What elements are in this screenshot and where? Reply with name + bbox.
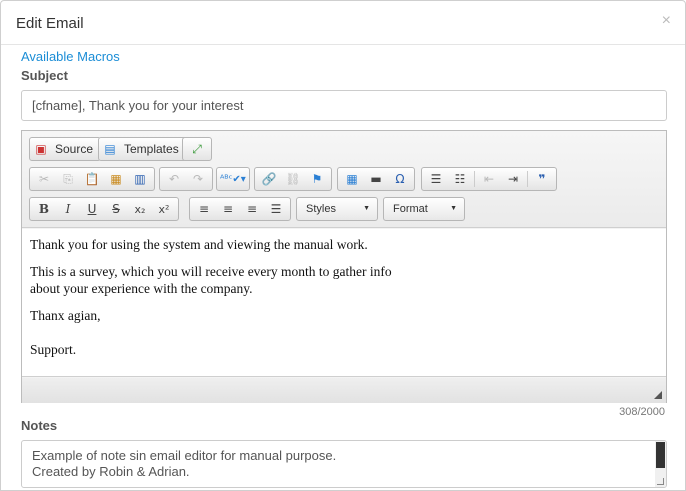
superscript-icon[interactable]: x² [153,199,175,219]
outdent-icon[interactable]: ⇤ [478,169,500,189]
templates-button[interactable]: ▤ Templates [98,137,187,161]
horizontal-rule-icon[interactable]: ▬ [365,169,387,189]
source-button[interactable]: ▣ Source [29,137,102,161]
content-paragraph: Support. [30,342,77,357]
editor-toolbar: ▣ Source ▤ Templates ⤢ ✂ ⎘ 📋 ▦ ▥ ↶ ↷ ᴬᴮᶜ… [22,131,666,228]
strikethrough-icon[interactable]: S [105,199,127,219]
spellcheck-button[interactable]: ᴬᴮᶜ✔▾ [216,167,250,191]
scrollbar-thumb[interactable] [656,442,665,468]
clipboard-group: ✂ ⎘ 📋 ▦ ▥ [29,167,155,191]
close-icon[interactable]: × [662,13,671,29]
redo-icon[interactable]: ↷ [187,169,209,189]
chevron-down-icon: ▼ [450,205,457,212]
subject-label: Subject [21,68,68,83]
undo-icon[interactable]: ↶ [163,169,185,189]
align-left-icon[interactable]: ≡ [193,199,215,219]
link-icon[interactable]: 🔗 [258,169,280,189]
resize-handle-icon[interactable] [657,478,664,485]
notes-textarea[interactable]: Example of note sin email editor for man… [21,440,667,488]
spellcheck-icon: ᴬᴮᶜ✔▾ [220,173,246,185]
modal-title: Edit Email [16,15,84,32]
numbered-list-icon[interactable]: ☰ [425,169,447,189]
notes-line: Example of note sin email editor for man… [32,448,337,463]
rich-text-editor: ▣ Source ▤ Templates ⤢ ✂ ⎘ 📋 ▦ ▥ ↶ ↷ ᴬᴮᶜ… [21,130,667,403]
content-paragraph: Thank you for using the system and viewi… [30,237,368,252]
undo-redo-group: ↶ ↷ [159,167,213,191]
content-paragraph: Thanx agian, [30,308,101,323]
editor-content[interactable]: Thank you for using the system and viewi… [22,229,666,377]
styles-dropdown[interactable]: Styles ▼ [296,197,378,221]
format-dropdown[interactable]: Format ▼ [383,197,465,221]
paste-word-icon[interactable]: ▥ [129,169,151,189]
chevron-down-icon: ▼ [363,205,370,212]
list-group: ☰ ☷ ⇤ ⇥ ❞ [421,167,557,191]
anchor-icon[interactable]: ⚑ [306,169,328,189]
source-label: Source [55,142,94,156]
italic-icon[interactable]: I [57,199,79,219]
bulleted-list-icon[interactable]: ☷ [449,169,471,189]
paste-icon[interactable]: 📋 [81,169,103,189]
special-char-icon[interactable]: Ω [389,169,411,189]
basic-styles-group: B I U S x₂ x² [29,197,179,221]
styles-label: Styles [306,203,336,215]
indent-icon[interactable]: ⇥ [502,169,524,189]
maximize-button[interactable]: ⤢ [182,137,212,161]
subscript-icon[interactable]: x₂ [129,199,151,219]
edit-email-modal: Edit Email × Available Macros Subject ▣ … [0,0,686,491]
character-count: 308/2000 [619,406,665,418]
link-group: 🔗 ⛓ ⚑ [254,167,332,191]
editor-statusbar [22,378,666,403]
resize-handle-icon[interactable] [654,391,662,399]
maximize-icon: ⤢ [192,141,202,156]
copy-icon[interactable]: ⎘ [57,169,79,189]
notes-line: Created by Robin & Adrian. [32,464,190,479]
content-paragraph: This is a survey, which you will receive… [30,264,392,296]
templates-icon: ▤ [104,142,116,156]
blockquote-icon[interactable]: ❞ [531,169,553,189]
align-group: ≡ ≡ ≡ ☰ [189,197,291,221]
templates-label: Templates [124,142,179,156]
available-macros-link[interactable]: Available Macros [21,49,120,64]
subject-input[interactable] [21,90,667,121]
table-icon[interactable]: ▦ [341,169,363,189]
source-icon: ▣ [35,142,47,156]
align-justify-icon[interactable]: ☰ [265,199,287,219]
insert-group: ▦ ▬ Ω [337,167,415,191]
bold-icon[interactable]: B [33,199,55,219]
align-center-icon[interactable]: ≡ [217,199,239,219]
align-right-icon[interactable]: ≡ [241,199,263,219]
modal-header: Edit Email × [1,1,685,45]
notes-label: Notes [21,418,58,433]
paste-text-icon[interactable]: ▦ [105,169,127,189]
cut-icon[interactable]: ✂ [33,169,55,189]
unlink-icon[interactable]: ⛓ [282,169,304,189]
underline-icon[interactable]: U [81,199,103,219]
format-label: Format [393,203,428,215]
